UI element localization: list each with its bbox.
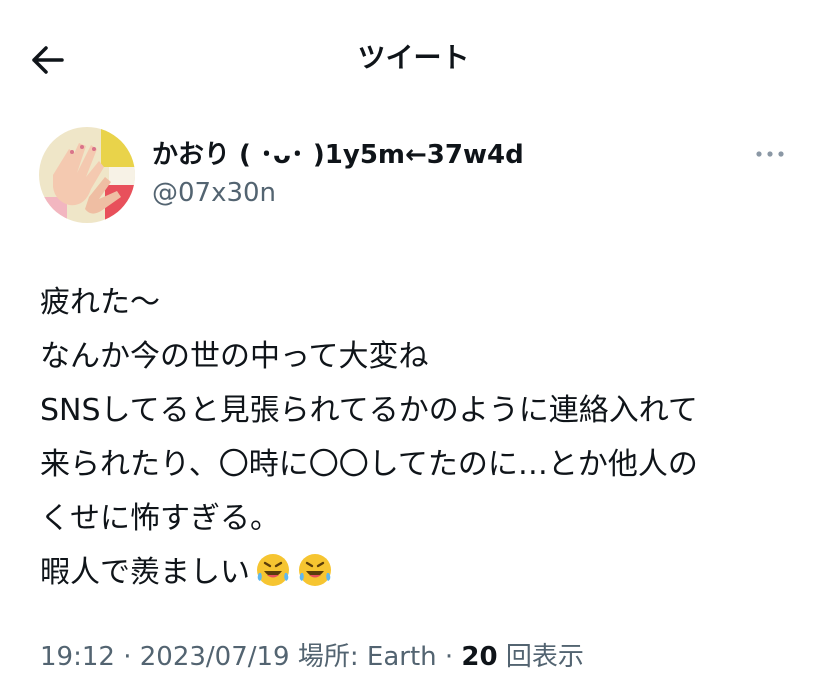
tweet-line: SNSしてると見張られてるかのように連絡入れて	[40, 393, 698, 428]
rofl-emoji-icon	[254, 551, 292, 589]
author-handle[interactable]: @07x30n	[152, 176, 276, 210]
avatar[interactable]	[39, 127, 135, 223]
page-title: ツイート	[357, 41, 470, 74]
tweet-line: なんか今の世の中って大変ね	[40, 339, 429, 374]
avatar-image	[39, 127, 135, 223]
tweet-location: Earth	[366, 642, 437, 672]
tweet-last-line: 暇人で羨ましい	[40, 546, 800, 600]
tweet-line: くせに怖すぎる。	[40, 501, 280, 536]
tweet-line: 疲れた〜	[40, 285, 160, 320]
tweet-header: ツイート	[0, 0, 827, 110]
tweet-line: 来られたり、〇時に〇〇してたのに…とか他人の	[40, 447, 698, 482]
rofl-emoji-icon	[296, 551, 334, 589]
separator: ·	[436, 642, 462, 672]
tweet-date[interactable]: 2023/07/19	[140, 642, 290, 672]
view-count[interactable]: 20	[461, 642, 497, 672]
author-display-name[interactable]: かおり ( ･ᴗ･ )1y5m←37w4d	[152, 138, 524, 172]
tweet-line: 暇人で羨ましい	[40, 555, 250, 590]
tweet-time[interactable]: 19:12	[40, 642, 115, 672]
location-label: 場所:	[289, 642, 367, 672]
tweet-metadata: 19:12 · 2023/07/19 場所: Earth · 20 回表示	[40, 638, 584, 676]
more-horizontal-icon	[756, 151, 784, 157]
view-label[interactable]: 回表示	[498, 642, 584, 672]
more-options-button[interactable]	[752, 140, 788, 168]
separator: ·	[114, 642, 140, 672]
tweet-text: 疲れた〜 なんか今の世の中って大変ね SNSしてると見張られてるかのように連絡入…	[40, 276, 800, 600]
